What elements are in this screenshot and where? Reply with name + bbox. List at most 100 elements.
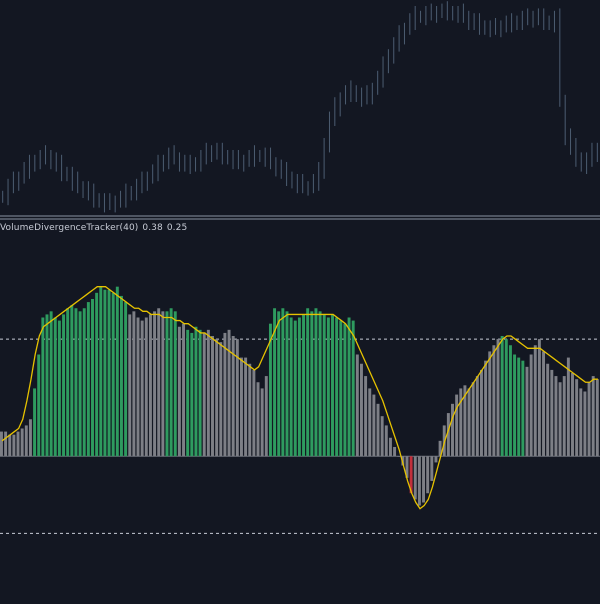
indicator-value-1: 0.38 [142,223,163,233]
indicator-bar [347,317,351,457]
indicator-bar [227,329,231,457]
indicator-bar [99,286,103,457]
indicator-bar [190,332,194,457]
indicator-bar [41,317,45,457]
indicator-bar [587,382,591,457]
indicator-bar [422,456,426,503]
indicator-bar [335,317,339,457]
indicator-bar [95,292,99,457]
indicator-bar [384,425,388,457]
indicator-bar [426,456,430,494]
indicator-bar [256,382,260,457]
indicator-bar [115,286,119,457]
indicator-bar [74,308,78,457]
indicator-bar [82,308,86,457]
indicator-bar [521,360,525,457]
chart-canvas[interactable] [0,0,600,600]
indicator-bar [583,391,587,457]
indicator-bar [215,339,219,457]
indicator-bar [550,369,554,457]
indicator-bar [595,379,599,457]
indicator-bar [70,305,74,457]
indicator-bar [91,299,94,457]
indicator-bar [86,302,90,457]
indicator-bar [388,437,392,457]
indicator-bar [393,447,397,457]
indicator-bar [107,289,111,457]
indicator-bar [124,302,128,457]
indicator-bar [45,314,49,457]
indicator-bar [62,314,66,457]
indicator-bar [140,320,144,457]
indicator-bar [297,317,301,457]
indicator-bar [136,317,140,457]
indicator-bar [360,363,363,457]
indicator-bar [471,382,475,457]
indicator-bar [289,317,293,457]
indicator-bar [223,332,227,457]
indicator-bar [318,311,322,457]
indicator-bar [120,295,123,457]
indicator-bar [194,326,198,457]
indicator-bar [575,379,579,457]
indicator-bar [177,326,181,457]
indicator-bar [376,403,380,457]
indicator-bar [554,376,558,457]
indicator-bar [202,332,206,457]
indicator-bar [28,419,32,457]
indicator-bar [372,394,376,457]
indicator-bar [16,431,20,457]
indicator-bar [558,382,562,457]
indicator-bar [206,329,210,457]
indicator-bar [169,308,173,457]
indicator-bar [264,376,268,457]
indicator-bar [351,320,355,457]
indicator-bar [128,314,132,457]
indicator-bar [244,357,248,457]
indicator-bar [451,403,454,457]
indicator-value-2: 0.25 [166,223,188,233]
indicator-bar [132,311,136,457]
indicator-bar [355,354,359,457]
indicator-bar [562,376,566,457]
indicator-bar [571,373,574,457]
indicator-bar [8,434,12,457]
indicator-bar [153,311,157,457]
indicator-bar [397,456,401,457]
indicator-bar [198,329,202,457]
indicator-bar [49,311,53,457]
indicator-bar [488,351,492,457]
indicator-bar [484,360,488,457]
indicator-bar [459,388,463,457]
indicator-bar [364,376,368,457]
indicator-bar [492,345,496,457]
indicator-bar [525,366,529,457]
indicator-bar [591,376,595,457]
chart-workspace[interactable]: VolumeDivergenceTracker(40) 0.38 0.25 [0,0,600,600]
indicator-bar [148,314,152,457]
indicator-bar [161,311,165,457]
indicator-bar [4,431,8,457]
indicator-bar [480,369,483,457]
indicator-bar [285,311,289,457]
indicator-bar [517,357,521,457]
indicator-bar [537,339,541,457]
indicator-bar [529,354,533,457]
indicator-bar [277,311,281,457]
indicator-bar [293,320,297,457]
indicator-bar [455,394,459,457]
indicator-bar [173,311,177,457]
indicator-bar [260,388,264,457]
panel-separator[interactable] [0,215,600,220]
indicator-bar [252,369,256,457]
indicator-bar [111,292,115,457]
indicator-bar [144,317,148,457]
indicator-bar [475,376,479,457]
price-panel[interactable] [0,0,600,216]
indicator-bar [103,289,107,457]
indicator-bar [302,314,306,457]
indicator-bar [413,456,417,500]
indicator-label[interactable]: VolumeDivergenceTracker(40) 0.38 0.25 [0,223,191,233]
indicator-bar [219,342,223,457]
indicator-bar [33,388,37,457]
